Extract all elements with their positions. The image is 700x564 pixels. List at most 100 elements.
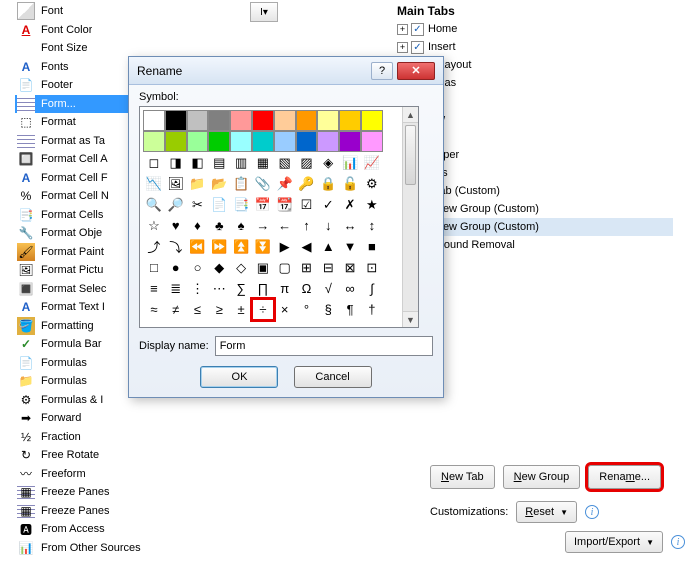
command-item[interactable]: 🅰From Access <box>15 520 255 539</box>
symbol-item[interactable]: ⏩ <box>208 236 230 257</box>
symbol-swatch[interactable] <box>361 110 383 131</box>
symbol-item[interactable]: ± <box>230 299 252 320</box>
new-group-button[interactable]: New Group <box>503 465 581 489</box>
tree-item[interactable]: +✓Home <box>397 20 673 38</box>
symbol-listbox[interactable]: ◻◨◧▤▥▦▧▨◈📊📈📉🖼📁📂📋📎📌🔑🔒🔓⚙🔍🔎✂📄📑📅📆☑✓✗★☆♥♦♣♠→←… <box>139 106 419 328</box>
symbol-item[interactable]: ∑ <box>230 278 252 299</box>
symbol-item[interactable]: 🔍 <box>143 194 165 215</box>
symbol-item[interactable]: ◻ <box>143 152 165 173</box>
symbol-item[interactable]: ◆ <box>208 257 230 278</box>
symbol-item[interactable]: ≤ <box>187 299 209 320</box>
symbol-item[interactable]: ÷ <box>252 299 274 320</box>
symbol-item[interactable]: ¶ <box>339 299 361 320</box>
symbol-item[interactable]: ∏ <box>252 278 274 299</box>
tree-checkbox[interactable]: ✓ <box>411 41 424 54</box>
symbol-item[interactable]: ⊠ <box>339 257 361 278</box>
tree-expander[interactable]: + <box>397 24 408 35</box>
reset-button[interactable]: Reset ▼ <box>516 501 577 523</box>
symbol-item[interactable]: ≡ <box>143 278 165 299</box>
display-name-input[interactable] <box>215 336 433 356</box>
tree-expander[interactable]: + <box>397 42 408 53</box>
symbol-item[interactable]: ■ <box>361 236 383 257</box>
close-button[interactable]: ✕ <box>397 62 435 80</box>
info-icon[interactable]: i <box>671 535 685 549</box>
symbol-item[interactable]: ≥ <box>208 299 230 320</box>
symbol-item[interactable]: ☑ <box>296 194 318 215</box>
symbol-item[interactable]: ↓ <box>317 215 339 236</box>
symbol-swatch[interactable] <box>296 131 318 152</box>
command-item[interactable]: 〰Freeform <box>15 465 255 484</box>
symbol-swatch[interactable] <box>252 131 274 152</box>
symbol-item[interactable]: 📑 <box>230 194 252 215</box>
symbol-item[interactable]: ● <box>165 257 187 278</box>
symbol-swatch[interactable] <box>339 110 361 131</box>
symbol-item[interactable]: 📉 <box>143 173 165 194</box>
symbol-item[interactable]: ♠ <box>230 215 252 236</box>
symbol-item[interactable]: ◨ <box>165 152 187 173</box>
symbol-swatch[interactable] <box>361 131 383 152</box>
symbol-item[interactable]: ▣ <box>252 257 274 278</box>
symbol-item[interactable]: ⚙ <box>361 173 383 194</box>
symbol-swatch[interactable] <box>339 131 361 152</box>
symbol-swatch[interactable] <box>296 110 318 131</box>
symbol-swatch[interactable] <box>274 131 296 152</box>
symbol-item[interactable]: ♦ <box>187 215 209 236</box>
symbol-item[interactable]: ▧ <box>274 152 296 173</box>
info-icon[interactable]: i <box>585 505 599 519</box>
scroll-thumb[interactable] <box>405 125 416 185</box>
symbol-swatch[interactable] <box>252 110 274 131</box>
symbol-item[interactable]: ∞ <box>339 278 361 299</box>
symbol-item[interactable]: ♣ <box>208 215 230 236</box>
symbol-swatch[interactable] <box>274 110 296 131</box>
symbol-item[interactable]: ▢ <box>274 257 296 278</box>
dialog-titlebar[interactable]: Rename ? ✕ <box>129 57 443 85</box>
symbol-item[interactable]: ✂ <box>187 194 209 215</box>
symbol-item[interactable]: ✗ <box>339 194 361 215</box>
symbol-swatch[interactable] <box>230 131 252 152</box>
symbol-item[interactable]: ⏫ <box>230 236 252 257</box>
symbol-item[interactable]: 🔑 <box>296 173 318 194</box>
symbol-swatch[interactable] <box>230 110 252 131</box>
command-item[interactable]: ↻Free Rotate <box>15 446 255 465</box>
symbol-item[interactable]: 📋 <box>230 173 252 194</box>
command-item[interactable]: 📊From Other Sources <box>15 539 255 558</box>
import-export-button[interactable]: Import/Export ▼ <box>565 531 663 553</box>
symbol-swatch[interactable] <box>165 110 187 131</box>
symbol-swatch[interactable] <box>143 131 165 152</box>
symbol-swatch[interactable] <box>208 110 230 131</box>
symbol-item[interactable]: π <box>274 278 296 299</box>
symbol-item[interactable]: 📆 <box>274 194 296 215</box>
symbol-swatch[interactable] <box>208 131 230 152</box>
symbol-item[interactable]: ◇ <box>230 257 252 278</box>
symbol-item[interactable]: ♥ <box>165 215 187 236</box>
symbol-item[interactable]: ⏪ <box>187 236 209 257</box>
symbol-item[interactable]: 📌 <box>274 173 296 194</box>
symbol-item[interactable]: 🔎 <box>165 194 187 215</box>
symbol-item[interactable]: ◧ <box>187 152 209 173</box>
symbol-item[interactable]: ° <box>296 299 318 320</box>
symbol-item[interactable]: □ <box>143 257 165 278</box>
symbol-scrollbar[interactable]: ▲ ▼ <box>402 107 418 327</box>
symbol-item[interactable]: 📅 <box>252 194 274 215</box>
symbol-item[interactable]: ⊟ <box>317 257 339 278</box>
symbol-item[interactable]: ⤴ <box>143 236 165 257</box>
symbol-swatch[interactable] <box>165 131 187 152</box>
tree-checkbox[interactable]: ✓ <box>411 23 424 36</box>
symbol-item[interactable]: ∫ <box>361 278 383 299</box>
symbol-item[interactable]: 🖼 <box>165 173 187 194</box>
symbol-item[interactable]: → <box>252 215 274 236</box>
command-item[interactable]: ▦Freeze Panes <box>15 483 255 502</box>
tree-item[interactable]: +✓Insert <box>397 38 673 56</box>
symbol-item[interactable]: 📎 <box>252 173 274 194</box>
symbol-item[interactable]: ▦ <box>252 152 274 173</box>
symbol-item[interactable]: † <box>361 299 383 320</box>
command-item[interactable]: AFont Color <box>15 21 255 40</box>
symbol-item[interactable]: ▤ <box>208 152 230 173</box>
symbol-item[interactable]: ▥ <box>230 152 252 173</box>
symbol-item[interactable]: ◈ <box>317 152 339 173</box>
cancel-button[interactable]: Cancel <box>294 366 372 388</box>
command-item[interactable]: Font <box>15 2 255 21</box>
rename-button[interactable]: Rename... <box>588 465 661 489</box>
symbol-item[interactable]: ◀ <box>296 236 318 257</box>
command-item[interactable]: ½Fraction <box>15 428 255 447</box>
